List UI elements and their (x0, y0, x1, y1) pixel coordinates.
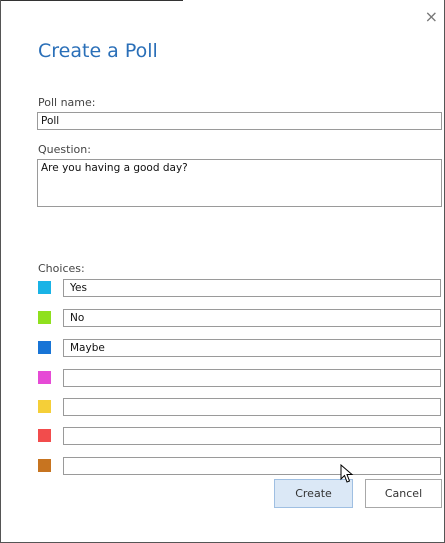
close-icon[interactable]: × (425, 9, 438, 25)
mouse-pointer-icon (340, 464, 354, 483)
choice-input-4[interactable] (63, 369, 441, 387)
choice-color-swatch (38, 400, 51, 413)
poll-name-input[interactable]: Poll (37, 112, 442, 130)
create-poll-dialog: × Create a Poll Poll name: Poll Question… (0, 0, 445, 543)
choice-input-6[interactable] (63, 427, 441, 445)
choice-color-swatch (38, 341, 51, 354)
choice-color-swatch (38, 281, 51, 294)
question-input[interactable]: Are you having a good day? (37, 159, 442, 207)
choice-input-7[interactable] (63, 457, 441, 475)
choice-color-swatch (38, 459, 51, 472)
dialog-title: Create a Poll (38, 40, 158, 62)
poll-name-label: Poll name: (38, 96, 96, 109)
choices-label: Choices: (38, 262, 85, 275)
choice-input-2[interactable]: No (63, 309, 441, 327)
choice-color-swatch (38, 311, 51, 324)
cancel-button[interactable]: Cancel (365, 479, 442, 508)
choice-color-swatch (38, 371, 51, 384)
choice-color-swatch (38, 429, 51, 442)
choice-input-1[interactable]: Yes (63, 279, 441, 297)
question-label: Question: (38, 143, 91, 156)
choice-input-3[interactable]: Maybe (63, 339, 441, 357)
choice-input-5[interactable] (63, 398, 441, 416)
title-bar-edge (1, 0, 183, 1)
